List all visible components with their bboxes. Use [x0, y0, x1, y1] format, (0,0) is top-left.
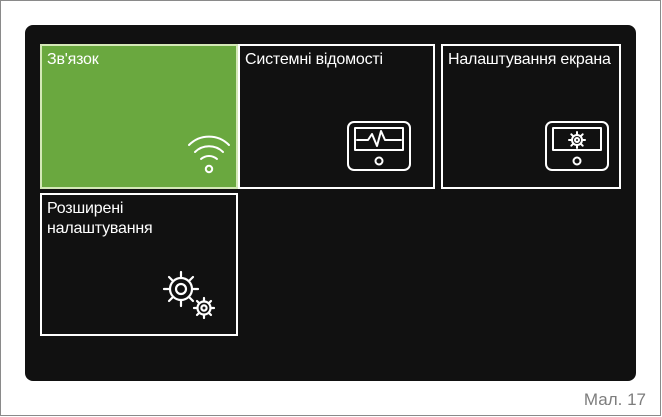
monitor-gear-icon [545, 121, 609, 171]
tile-advanced-settings[interactable]: Розширені налаштування [40, 193, 238, 336]
tile-connectivity-label: Зв'язок [47, 51, 99, 68]
gears-icon [162, 270, 216, 320]
monitor-waveform-icon [347, 121, 411, 171]
figure-caption: Мал. 17 [583, 390, 646, 409]
tile-screen-settings-label: Налаштування екрана [448, 51, 611, 68]
tile-system-info-label: Системні відомості [245, 51, 383, 68]
figure-frame: Зв'язок Системні відомості Налаштування … [0, 0, 661, 416]
tile-connectivity[interactable]: Зв'язок [40, 44, 238, 189]
tile-screen-settings[interactable]: Налаштування екрана [441, 44, 621, 189]
tile-advanced-settings-label: Розширені налаштування [47, 200, 153, 237]
tile-system-info[interactable]: Системні відомості [238, 44, 435, 189]
display-screen: Зв'язок Системні відомості Налаштування … [25, 25, 636, 381]
wifi-icon [188, 135, 230, 174]
